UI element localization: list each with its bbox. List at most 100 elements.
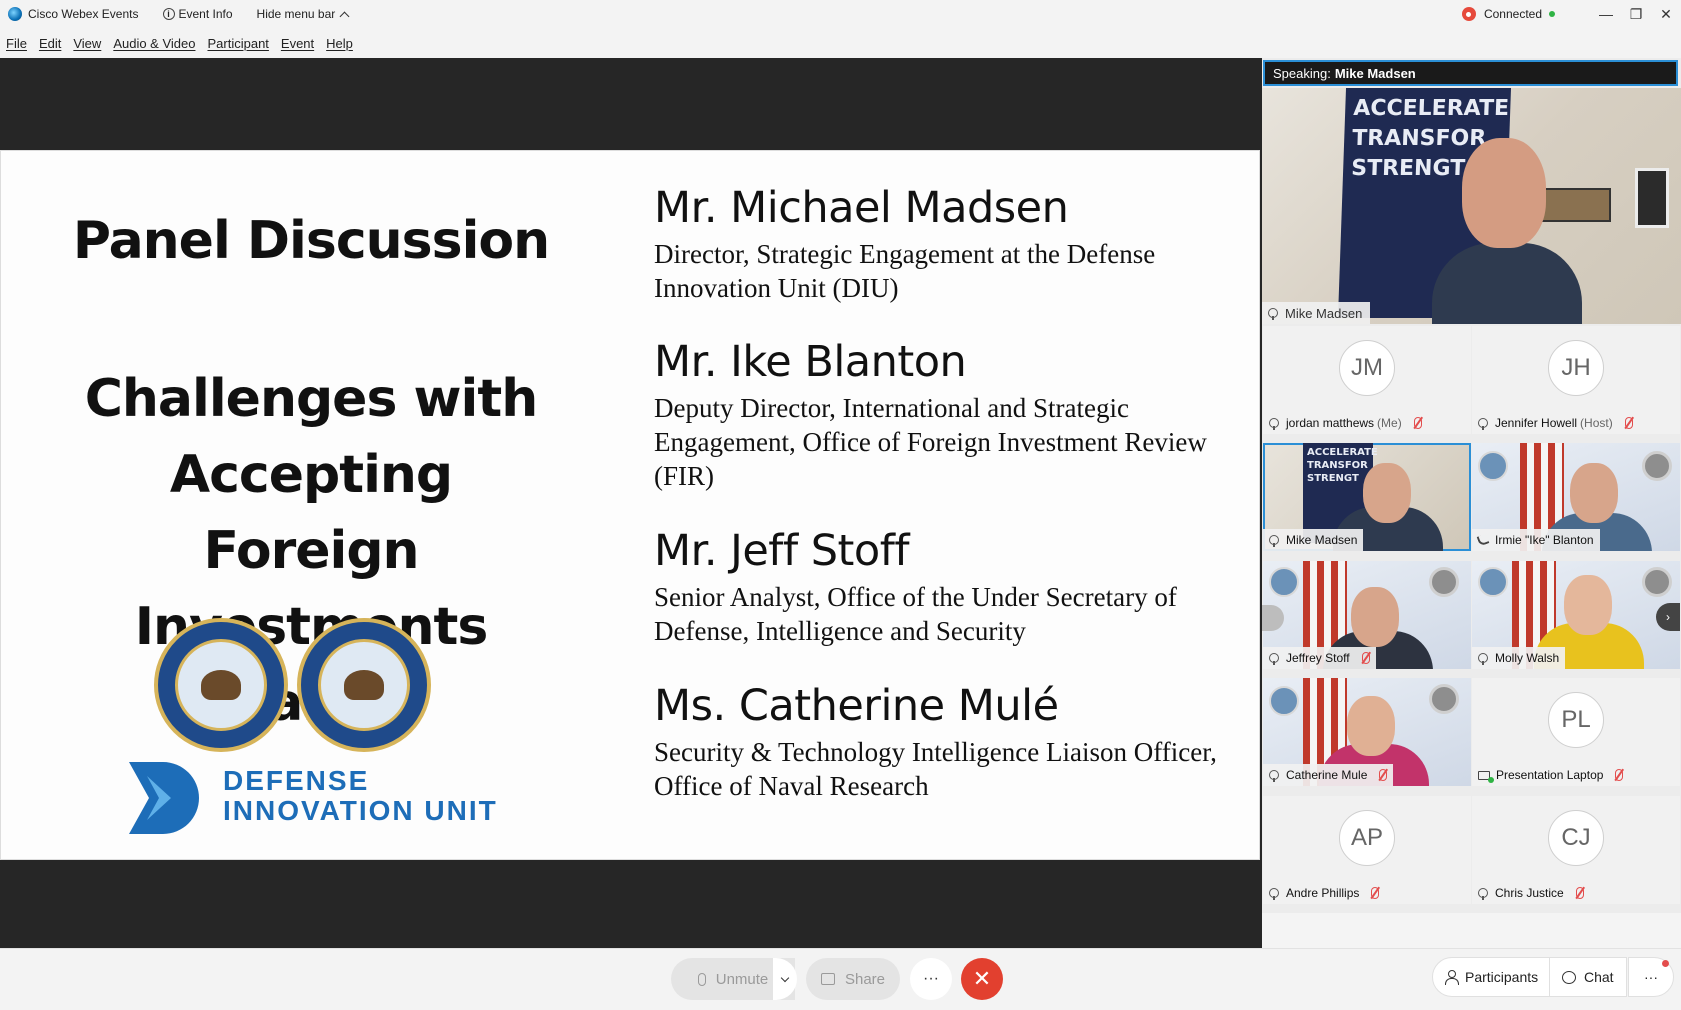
- app-title: Cisco Webex Events: [8, 7, 139, 21]
- audio-icon: [1478, 888, 1488, 900]
- participant-name: Catherine Mule: [1286, 768, 1368, 782]
- webex-logo-icon: [8, 7, 22, 21]
- audio-icon: [1269, 770, 1279, 782]
- connected-indicator-icon: [1549, 11, 1555, 17]
- phone-icon: [1476, 533, 1490, 547]
- navy-seal-icon: [297, 618, 431, 752]
- audio-icon: [1268, 308, 1278, 320]
- chat-label: Chat: [1584, 969, 1614, 985]
- seal-icon: [1642, 567, 1672, 597]
- menu-audio-video[interactable]: Audio & Video: [113, 36, 195, 51]
- chat-button[interactable]: Chat: [1549, 957, 1627, 997]
- active-speaker-video[interactable]: ACCELERATE TRANSFOR STRENGT Mike Madsen: [1262, 88, 1681, 324]
- participant-name: Presentation Laptop: [1496, 768, 1604, 782]
- speaker-face: [1351, 587, 1399, 647]
- audio-icon: [1269, 653, 1279, 665]
- muted-mic-icon: [1615, 769, 1624, 781]
- close-button[interactable]: ✕: [1651, 0, 1681, 28]
- diu-line: DEFENSE: [223, 765, 370, 796]
- seal-icon: [1478, 451, 1508, 481]
- active-speaker-banner: Speaking: Mike Madsen: [1263, 60, 1678, 86]
- video-name-tag: Mike Madsen: [1262, 302, 1371, 324]
- presentation-slide: Panel Discussion Challenges with Accepti…: [0, 150, 1260, 860]
- banner-line: ACCELERATE: [1352, 96, 1510, 121]
- muted-mic-icon: [1624, 417, 1633, 429]
- participant-label: Jennifer Howell (Host): [1472, 412, 1639, 434]
- muted-mic-icon: [1413, 417, 1422, 429]
- participant-label: Molly Walsh: [1472, 647, 1566, 669]
- participant-tile[interactable]: Irmie "Ike" Blanton: [1472, 443, 1680, 551]
- menu-edit[interactable]: Edit: [39, 36, 61, 51]
- participants-button[interactable]: Participants: [1432, 957, 1552, 997]
- participant-tile[interactable]: AP Andre Phillips: [1263, 796, 1471, 904]
- presentation-laptop-icon: [1478, 770, 1494, 783]
- recording-icon[interactable]: [1461, 7, 1476, 21]
- participant-role: (Host): [1580, 416, 1613, 430]
- speaker-role: Deputy Director, International and Strat…: [654, 393, 1207, 491]
- speaker-block: Mr. Ike Blanton Deputy Director, Interna…: [654, 337, 1254, 493]
- speaker-name: Mr. Jeff Stoff: [654, 526, 910, 576]
- seal-icon: [1429, 567, 1459, 597]
- muted-mic-icon: [1361, 652, 1370, 664]
- share-icon: [820, 973, 835, 985]
- participant-tile[interactable]: PL Presentation Laptop: [1472, 678, 1680, 786]
- menu-participant[interactable]: Participant: [207, 36, 268, 51]
- menu-event[interactable]: Event: [281, 36, 314, 51]
- avatar: JM: [1339, 340, 1395, 396]
- participant-tile[interactable]: Catherine Mule: [1263, 678, 1471, 786]
- menu-view[interactable]: View: [73, 36, 101, 51]
- wall-picture: [1635, 168, 1669, 228]
- diu-logo-icon: [129, 762, 199, 834]
- meeting-controls: Unmute Share ··· ✕ Participants Chat ···: [0, 948, 1681, 1010]
- participant-label: Presentation Laptop: [1472, 764, 1630, 786]
- speaker-name: Mr. Michael Madsen: [654, 183, 1069, 233]
- event-info-button[interactable]: i Event Info: [162, 7, 233, 21]
- slide-title: Panel Discussion: [72, 211, 550, 271]
- participant-name: Mike Madsen: [1285, 305, 1363, 321]
- menu-help[interactable]: Help: [326, 36, 353, 51]
- speaker-block: Mr. Michael Madsen Director, Strategic E…: [654, 183, 1254, 305]
- event-info-label: Event Info: [178, 7, 233, 21]
- app-name: Cisco Webex Events: [28, 7, 139, 21]
- shared-content-area: Panel Discussion Challenges with Accepti…: [0, 58, 1262, 948]
- leave-meeting-button[interactable]: ✕: [961, 958, 1003, 1000]
- speaker-role: Director, Strategic Engagement at the De…: [654, 239, 1156, 303]
- muted-mic-icon: [1371, 887, 1380, 899]
- avatar: AP: [1339, 810, 1395, 866]
- seal-icon: [1642, 451, 1672, 481]
- audio-icon: [1478, 653, 1488, 665]
- participant-tile[interactable]: JM jordan matthews (Me): [1263, 326, 1471, 434]
- share-button[interactable]: Share: [806, 958, 900, 1000]
- minimize-button[interactable]: —: [1591, 0, 1621, 28]
- participant-tile[interactable]: Jeffrey Stoff: [1263, 561, 1471, 669]
- speaking-name: Mike Madsen: [1334, 65, 1416, 81]
- participant-tile[interactable]: JH Jennifer Howell (Host): [1472, 326, 1680, 434]
- participant-name: jordan matthews: [1286, 416, 1375, 430]
- next-page-button[interactable]: ›: [1656, 603, 1680, 631]
- subtitle-line: Challenges with: [84, 369, 539, 429]
- share-label: Share: [844, 970, 886, 988]
- participant-tile[interactable]: CJ Chris Justice: [1472, 796, 1680, 904]
- participant-name: Andre Phillips: [1286, 886, 1360, 900]
- banner-line: STRENGT: [1307, 473, 1359, 484]
- speaker-role: Senior Analyst, Office of the Under Secr…: [654, 582, 1177, 646]
- participant-tile[interactable]: Molly Walsh: [1472, 561, 1680, 669]
- speaker-name: Ms. Catherine Mulé: [654, 681, 1059, 731]
- speaker-face: [1570, 463, 1618, 523]
- hide-menu-bar-button[interactable]: Hide menu bar: [257, 7, 350, 21]
- speaker-figure: [1432, 138, 1582, 324]
- menu-file[interactable]: File: [6, 36, 27, 51]
- participant-label: Irmie "Ike" Blanton: [1472, 529, 1600, 551]
- more-options-button[interactable]: ···: [910, 958, 952, 1000]
- audio-icon: [1269, 418, 1279, 430]
- notification-dot-icon: [1662, 960, 1669, 967]
- participant-label: Chris Justice: [1472, 882, 1590, 904]
- participant-tile[interactable]: ACCELERATE TRANSFOR STRENGT Mike Madsen: [1263, 443, 1471, 551]
- seal-icon: [1269, 567, 1299, 597]
- avatar: JH: [1548, 340, 1604, 396]
- info-icon: i: [162, 8, 175, 20]
- overflow-menu-button[interactable]: ···: [1628, 957, 1674, 997]
- restore-button[interactable]: ❐: [1621, 0, 1651, 28]
- participant-label: Jeffrey Stoff: [1263, 647, 1376, 669]
- chat-icon: [1562, 970, 1576, 984]
